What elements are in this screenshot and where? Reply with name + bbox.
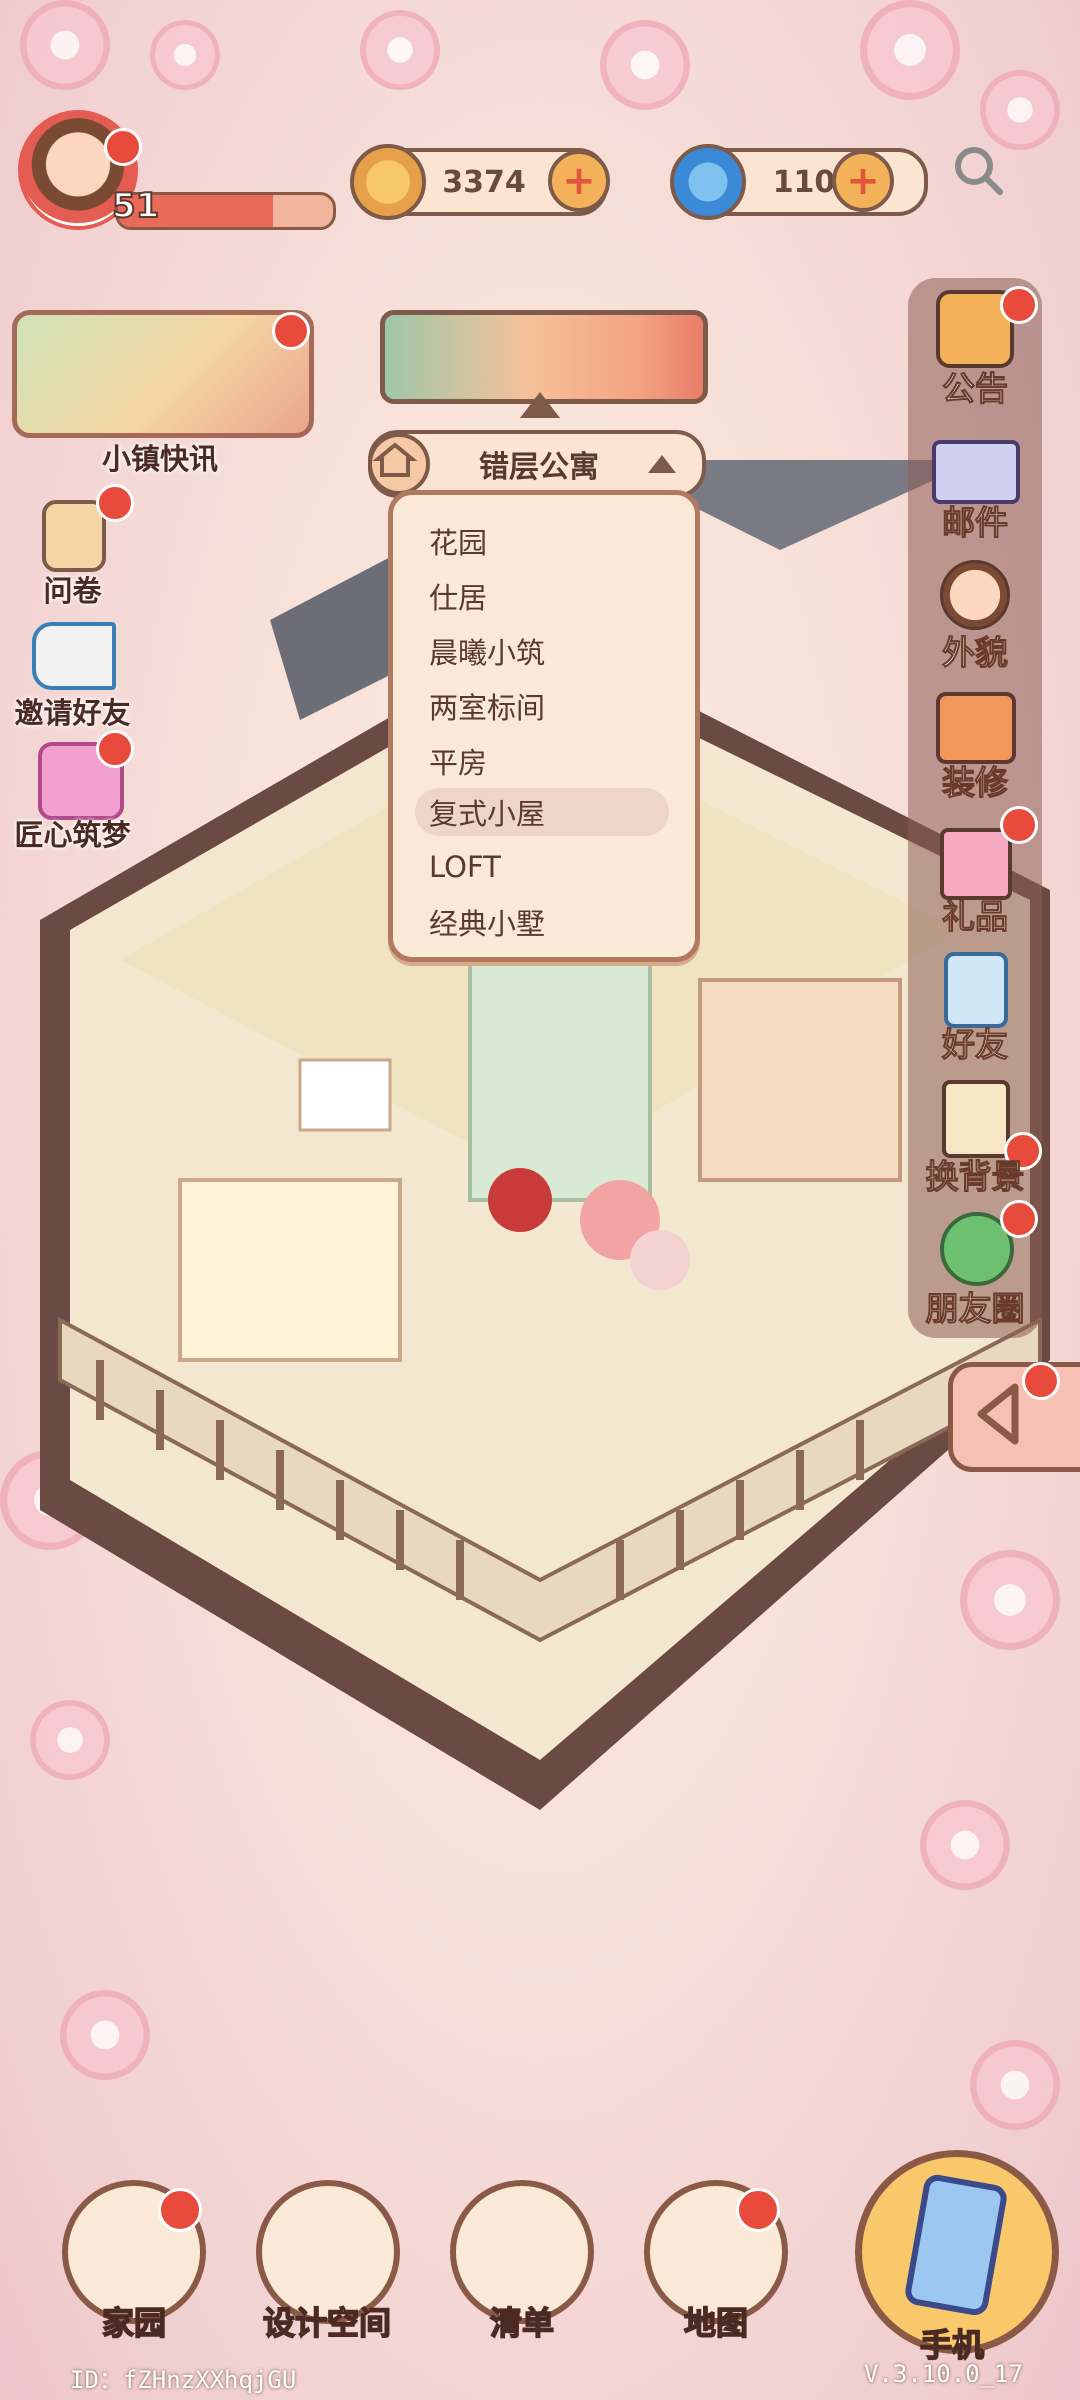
map-label: 地图 <box>683 2303 749 2343</box>
triangle-up-icon <box>648 455 676 473</box>
renovate-label: 装修 <box>942 763 1009 803</box>
apartment-option[interactable]: 平房 <box>415 737 669 785</box>
moments-badge <box>1000 1200 1038 1238</box>
gift-label: 礼品 <box>942 897 1009 937</box>
friend-contact-icon[interactable] <box>944 952 1008 1028</box>
apartment-preview-banner[interactable] <box>380 310 708 404</box>
town-news-card[interactable] <box>12 310 314 438</box>
moments-label: 朋友圈 <box>925 1289 1025 1329</box>
megaphone-icon[interactable] <box>32 622 116 690</box>
town-news-label: 小镇快讯 <box>101 442 218 476</box>
phone-icon <box>903 2172 1009 2318</box>
gem-amount: 110 <box>772 164 836 200</box>
caret-up-icon <box>520 392 560 418</box>
house-icon <box>368 433 430 495</box>
announcement-badge <box>1000 286 1038 324</box>
apartment-option[interactable]: 花园 <box>415 517 669 565</box>
avatar-notification-badge <box>104 128 142 166</box>
list-label: 清单 <box>489 2303 555 2343</box>
apartment-selector[interactable]: 错层公寓 <box>368 430 706 498</box>
appearance-face-icon[interactable] <box>940 560 1010 630</box>
player-id: ID：fZHnzXXhqjGU <box>70 2366 297 2394</box>
apartment-option[interactable]: 两室标间 <box>415 682 669 730</box>
survey-icon[interactable] <box>42 500 106 572</box>
gift-badge <box>1000 806 1038 844</box>
home-badge <box>158 2188 202 2232</box>
friends-label: 好友 <box>942 1025 1009 1065</box>
add-coins-button[interactable]: + <box>548 150 610 212</box>
design-space-label: 设计空间 <box>262 2303 392 2343</box>
version-label: V.3.10.0_17 <box>864 2360 1023 2388</box>
craft-badge <box>96 730 134 768</box>
background-change-icon[interactable] <box>942 1080 1010 1158</box>
apartment-option[interactable]: 仕居 <box>415 572 669 620</box>
survey-label: 问卷 <box>43 574 102 608</box>
player-level: 51 <box>111 185 160 227</box>
swirl-icon <box>670 144 746 220</box>
mail-label: 邮件 <box>942 503 1009 543</box>
news-badge <box>272 312 310 350</box>
apartment-dropdown-menu: 花园 仕居 晨曦小筑 两室标间 平房 复式小屋 LOFT 经典小墅 <box>388 490 700 962</box>
apartment-selected-label: 错层公寓 <box>479 450 599 485</box>
collapse-panel-button[interactable] <box>948 1362 1080 1472</box>
collapse-badge <box>1022 1362 1060 1400</box>
coin-amount: 3374 <box>442 164 526 200</box>
announcement-label: 公告 <box>942 369 1009 409</box>
search-icon[interactable] <box>948 140 1008 200</box>
add-gems-button[interactable]: + <box>832 150 894 212</box>
background-label: 换背景 <box>925 1157 1025 1197</box>
arrow-left-icon <box>977 1383 1019 1445</box>
renovate-house-icon[interactable] <box>936 692 1016 764</box>
map-badge <box>736 2188 780 2232</box>
invite-friends-label: 邀请好友 <box>14 696 131 730</box>
apartment-option[interactable]: LOFT <box>415 843 669 891</box>
coin-icon <box>350 144 426 220</box>
apartment-option-highlighted[interactable]: 复式小屋 <box>415 788 669 836</box>
apartment-option[interactable]: 经典小墅 <box>415 898 669 946</box>
home-label: 家园 <box>101 2303 167 2343</box>
craft-dream-label: 匠心筑梦 <box>14 818 131 852</box>
apartment-option[interactable]: 晨曦小筑 <box>415 627 669 675</box>
mail-icon[interactable] <box>932 440 1020 504</box>
survey-badge <box>96 484 134 522</box>
appearance-label: 外貌 <box>942 633 1009 673</box>
